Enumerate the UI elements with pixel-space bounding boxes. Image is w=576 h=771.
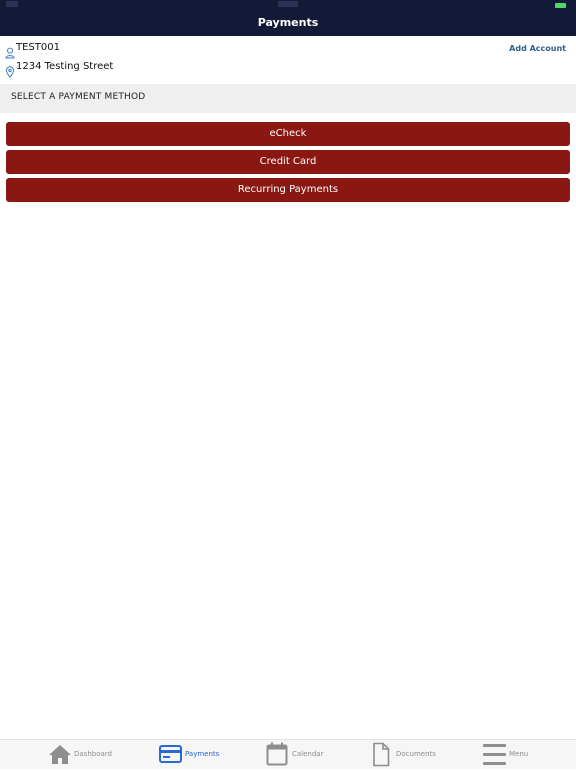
- battery-icon: [555, 3, 566, 8]
- recurring-payments-button[interactable]: Recurring Payments: [6, 178, 570, 202]
- page-title: Payments: [257, 16, 319, 29]
- echeck-button[interactable]: eCheck: [6, 122, 570, 146]
- section-header: SELECT A PAYMENT METHOD: [0, 84, 576, 113]
- account-address: 1234 Testing Street: [16, 61, 114, 72]
- tab-documents[interactable]: Documents: [371, 740, 461, 769]
- tab-label: Calendar: [292, 750, 324, 758]
- status-time: [278, 1, 298, 7]
- tab-calendar[interactable]: Calendar: [265, 740, 345, 769]
- tab-payments[interactable]: Payments: [158, 740, 238, 769]
- carrier-indicator: [6, 1, 18, 7]
- account-address-row: 1234 Testing Street: [0, 60, 576, 79]
- navigation-bar: Payments: [0, 0, 576, 36]
- hamburger-menu-icon: [483, 743, 506, 770]
- tab-dashboard[interactable]: Dashboard: [46, 740, 126, 769]
- house-icon: [48, 743, 72, 769]
- account-id: TEST001: [16, 42, 60, 53]
- calendar-icon: [266, 742, 288, 770]
- tab-label: Dashboard: [74, 750, 112, 758]
- tab-label: Menu: [509, 750, 529, 758]
- tab-label: Documents: [396, 750, 436, 758]
- document-icon: [372, 742, 390, 771]
- credit-card-button[interactable]: Credit Card: [6, 150, 570, 174]
- section-title: SELECT A PAYMENT METHOD: [11, 92, 146, 102]
- tab-label: Payments: [185, 750, 220, 758]
- tab-bar: Dashboard Payments Calendar Documents Me…: [0, 739, 576, 769]
- status-bar: [0, 0, 576, 11]
- tab-menu[interactable]: Menu: [482, 740, 552, 769]
- credit-card-icon: [159, 745, 182, 767]
- location-pin-icon: [5, 63, 15, 79]
- account-id-row: TEST001: [0, 41, 576, 59]
- add-account-button[interactable]: Add Account: [509, 44, 566, 53]
- person-icon: [5, 44, 15, 59]
